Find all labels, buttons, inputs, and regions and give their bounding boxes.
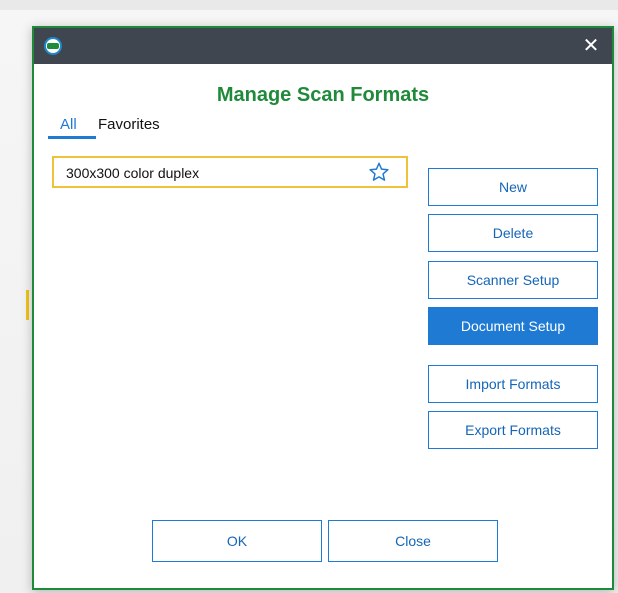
manage-scan-formats-dialog: ✕ Manage Scan Formats All Favorites 300x… [32,26,614,590]
close-icon[interactable]: ✕ [578,32,604,58]
scanner-setup-button[interactable]: Scanner Setup [428,261,598,299]
background-window-edge [0,0,618,10]
new-button[interactable]: New [428,168,598,206]
document-setup-button[interactable]: Document Setup [428,307,598,345]
import-formats-button[interactable]: Import Formats [428,365,598,403]
star-outline-icon[interactable] [368,161,390,183]
delete-button[interactable]: Delete [428,214,598,252]
format-name: 300x300 color duplex [66,165,200,181]
export-formats-button[interactable]: Export Formats [428,411,598,449]
title-bar: ✕ [34,28,612,64]
format-list: 300x300 color duplex [52,156,412,486]
ok-button[interactable]: OK [152,520,322,562]
tab-all[interactable]: All [60,116,77,133]
close-button[interactable]: Close [328,520,498,562]
format-list-item[interactable]: 300x300 color duplex [52,156,408,188]
app-logo-icon [44,37,62,55]
tab-favorites[interactable]: Favorites [98,116,160,133]
background-accent-mark [26,290,29,320]
dialog-title: Manage Scan Formats [216,84,430,106]
active-tab-indicator [48,136,96,139]
